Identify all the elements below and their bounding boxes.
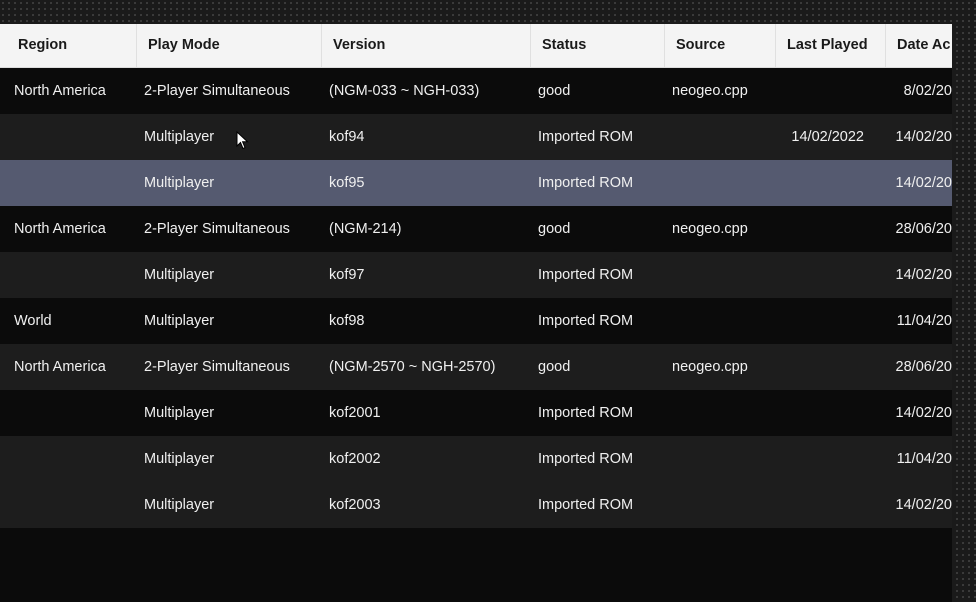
table-row[interactable]: Multiplayer kof2002 Imported ROM 11/04/2… — [0, 436, 952, 482]
table-body: North America 2-Player Simultaneous (NGM… — [0, 68, 952, 528]
cell-play-mode: 2-Player Simultaneous — [144, 221, 290, 237]
cell-date-added: 28/06/20 — [895, 221, 952, 237]
table-row[interactable]: North America 2-Player Simultaneous (NGM… — [0, 206, 952, 252]
cell-region: North America — [14, 359, 106, 375]
cell-last-played — [776, 436, 864, 482]
cell-status: good — [538, 221, 571, 237]
cell-source — [672, 114, 776, 160]
cell-version: (NGM-033 ~ NGH-033) — [329, 83, 480, 99]
cell-last-played — [776, 298, 864, 344]
cell-play-mode: Multiplayer — [144, 451, 215, 467]
cell-version: kof97 — [329, 267, 365, 283]
column-header-region[interactable]: Region — [0, 24, 137, 67]
cell-region — [14, 436, 136, 482]
cell-play-mode: Multiplayer — [144, 313, 215, 329]
cell-region — [14, 160, 136, 206]
cell-source — [672, 390, 776, 436]
cell-version: kof98 — [329, 313, 365, 329]
column-header-last-played[interactable]: Last Played — [776, 24, 886, 67]
cell-source: neogeo.cpp — [672, 83, 748, 99]
cell-status: Imported ROM — [538, 313, 634, 329]
column-header-version[interactable]: Version — [322, 24, 531, 67]
cell-last-played — [776, 68, 864, 114]
cell-version: (NGM-214) — [329, 221, 402, 237]
cell-last-played — [776, 344, 864, 390]
column-header-source[interactable]: Source — [665, 24, 776, 67]
window-edge — [952, 0, 976, 602]
cell-last-played: 14/02/2022 — [791, 129, 864, 145]
cell-source — [672, 436, 776, 482]
cell-date-added: 8/02/20 — [903, 83, 952, 99]
table-row[interactable]: North America 2-Player Simultaneous (NGM… — [0, 344, 952, 390]
cell-version: kof2003 — [329, 497, 381, 513]
cell-play-mode: 2-Player Simultaneous — [144, 359, 290, 375]
cell-version: kof2002 — [329, 451, 381, 467]
cell-date-added: 14/02/20 — [895, 267, 952, 283]
cell-play-mode: Multiplayer — [144, 267, 215, 283]
cell-date-added: 14/02/20 — [895, 129, 952, 145]
table-row[interactable]: Multiplayer kof2003 Imported ROM 14/02/2… — [0, 482, 952, 528]
cell-region — [14, 114, 136, 160]
cell-last-played — [776, 160, 864, 206]
mouse-pointer-icon — [236, 131, 249, 150]
cell-region: North America — [14, 221, 106, 237]
cell-region — [14, 482, 136, 528]
table-row[interactable]: World Multiplayer kof98 Imported ROM 11/… — [0, 298, 952, 344]
cell-play-mode: Multiplayer — [144, 129, 215, 145]
cell-status: Imported ROM — [538, 175, 634, 191]
cell-last-played — [776, 482, 864, 528]
column-header-status[interactable]: Status — [531, 24, 665, 67]
cell-date-added: 11/04/20 — [896, 313, 952, 329]
cell-status: good — [538, 359, 571, 375]
cell-version: kof94 — [329, 129, 365, 145]
cell-last-played — [776, 252, 864, 298]
cell-status: Imported ROM — [538, 267, 634, 283]
cell-source — [672, 482, 776, 528]
cell-play-mode: Multiplayer — [144, 175, 215, 191]
cell-status: Imported ROM — [538, 129, 634, 145]
cell-status: Imported ROM — [538, 451, 634, 467]
column-header-play-mode[interactable]: Play Mode — [137, 24, 322, 67]
cell-status: Imported ROM — [538, 405, 634, 421]
cell-status: Imported ROM — [538, 497, 634, 513]
cell-source — [672, 160, 776, 206]
cell-play-mode: 2-Player Simultaneous — [144, 83, 290, 99]
cell-play-mode: Multiplayer — [144, 405, 215, 421]
column-header-date-added[interactable]: Date Ac — [886, 24, 952, 67]
cell-date-added: 11/04/20 — [896, 451, 952, 467]
cell-source — [672, 298, 776, 344]
cell-source: neogeo.cpp — [672, 359, 748, 375]
cell-region: World — [14, 313, 52, 329]
cell-last-played — [776, 206, 864, 252]
table-row[interactable]: Multiplayer kof94 Imported ROM 14/02/202… — [0, 114, 952, 160]
cell-source: neogeo.cpp — [672, 221, 748, 237]
table-row[interactable]: Multiplayer kof2001 Imported ROM 14/02/2… — [0, 390, 952, 436]
cell-date-added: 14/02/20 — [895, 175, 952, 191]
game-list-table[interactable]: Region Play Mode Version Status Source L… — [0, 24, 952, 602]
table-header: Region Play Mode Version Status Source L… — [0, 24, 952, 68]
table-row-selected[interactable]: Multiplayer kof95 Imported ROM 14/02/20 — [0, 160, 952, 206]
cell-region: North America — [14, 83, 106, 99]
cell-date-added: 14/02/20 — [895, 405, 952, 421]
cell-region — [14, 390, 136, 436]
cell-version: kof2001 — [329, 405, 381, 421]
cell-date-added: 28/06/20 — [895, 359, 952, 375]
cell-status: good — [538, 83, 571, 99]
cell-last-played — [776, 390, 864, 436]
table-row[interactable]: Multiplayer kof97 Imported ROM 14/02/20 — [0, 252, 952, 298]
cell-source — [672, 252, 776, 298]
table-row[interactable]: North America 2-Player Simultaneous (NGM… — [0, 68, 952, 114]
cell-date-added: 14/02/20 — [895, 497, 952, 513]
cell-version: (NGM-2570 ~ NGH-2570) — [329, 359, 496, 375]
cell-play-mode: Multiplayer — [144, 497, 215, 513]
cell-version: kof95 — [329, 175, 365, 191]
cell-region — [14, 252, 136, 298]
